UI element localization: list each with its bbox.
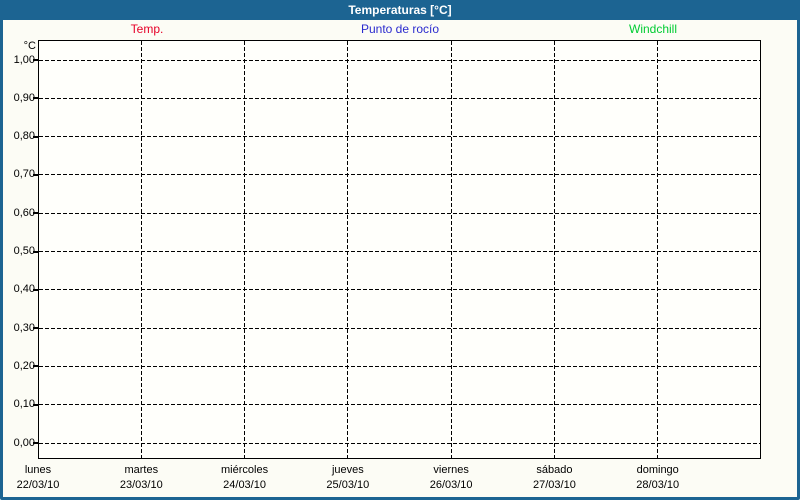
v-gridline <box>347 41 349 458</box>
h-gridline <box>39 327 760 329</box>
x-day-name: martes <box>124 464 159 476</box>
temperature-chart-window: Temperaturas [°C] Temp. Punto de rocío Win… <box>0 0 800 500</box>
legend-item-temp: Temp. <box>130 22 164 36</box>
chart-legend: Temp. Punto de rocío Windchill <box>0 22 800 38</box>
h-gridline <box>39 97 760 99</box>
y-tick-label: 0,10 <box>13 398 35 411</box>
y-tick-label: 0,80 <box>13 130 35 143</box>
x-day-label: jueves 25/03/10 <box>326 463 369 493</box>
x-day-date: 28/03/10 <box>636 479 680 491</box>
legend-item-windchill: Windchill <box>628 22 678 36</box>
y-tick-label: 0,00 <box>13 436 35 449</box>
y-tick-label: 0,50 <box>13 245 35 257</box>
x-day-label: sábado 27/03/10 <box>533 463 576 493</box>
x-day-label: domingo 28/03/10 <box>636 463 679 493</box>
y-tick-label: 0,90 <box>13 91 35 104</box>
v-gridline <box>450 41 452 458</box>
h-gridline <box>39 174 760 176</box>
v-gridline <box>657 41 659 458</box>
y-tick-label: 0,60 <box>13 206 35 219</box>
h-gridline <box>39 251 760 252</box>
y-tick-label: 1,00 <box>13 53 35 66</box>
h-gridline <box>39 365 760 367</box>
x-day-name: miércoles <box>221 464 269 476</box>
plot-area <box>38 40 761 459</box>
x-day-name: lunes <box>24 464 52 476</box>
y-axis-unit-label: °C <box>23 40 36 52</box>
x-day-label: viernes 26/03/10 <box>430 463 473 493</box>
x-day-date: 23/03/10 <box>119 479 163 491</box>
x-day-name: sábado <box>536 464 573 476</box>
h-gridline <box>39 289 760 291</box>
h-gridline <box>39 136 760 138</box>
v-gridline <box>244 41 246 458</box>
y-tick-label: 0,20 <box>13 359 35 372</box>
v-gridline <box>140 41 142 458</box>
chart-title-bar: Temperaturas [°C] <box>0 0 800 20</box>
x-day-label: lunes 22/03/10 <box>17 463 60 493</box>
x-day-name: viernes <box>433 464 469 476</box>
legend-item-punto-de-roc-o: Punto de rocío <box>360 22 440 36</box>
x-day-date: 26/03/10 <box>429 479 473 491</box>
h-gridline <box>39 404 760 406</box>
x-day-label: miércoles 24/03/10 <box>221 463 268 493</box>
y-tick-label: 0,70 <box>13 168 35 181</box>
x-day-name: domingo <box>636 464 679 476</box>
x-day-date: 24/03/10 <box>223 479 266 491</box>
x-day-date: 25/03/10 <box>326 479 370 491</box>
x-day-date: 22/03/10 <box>16 479 60 491</box>
h-gridline <box>39 212 760 214</box>
x-day-date: 27/03/10 <box>533 479 576 491</box>
chart-title: Temperaturas [°C] <box>348 3 452 17</box>
y-tick-label: 0,40 <box>13 283 35 296</box>
h-gridline <box>39 442 760 444</box>
y-tick-label: 0,30 <box>13 321 35 334</box>
v-gridline <box>553 41 555 458</box>
x-day-label: martes 23/03/10 <box>120 463 163 493</box>
h-gridline <box>39 59 760 61</box>
x-day-name: jueves <box>331 464 364 476</box>
